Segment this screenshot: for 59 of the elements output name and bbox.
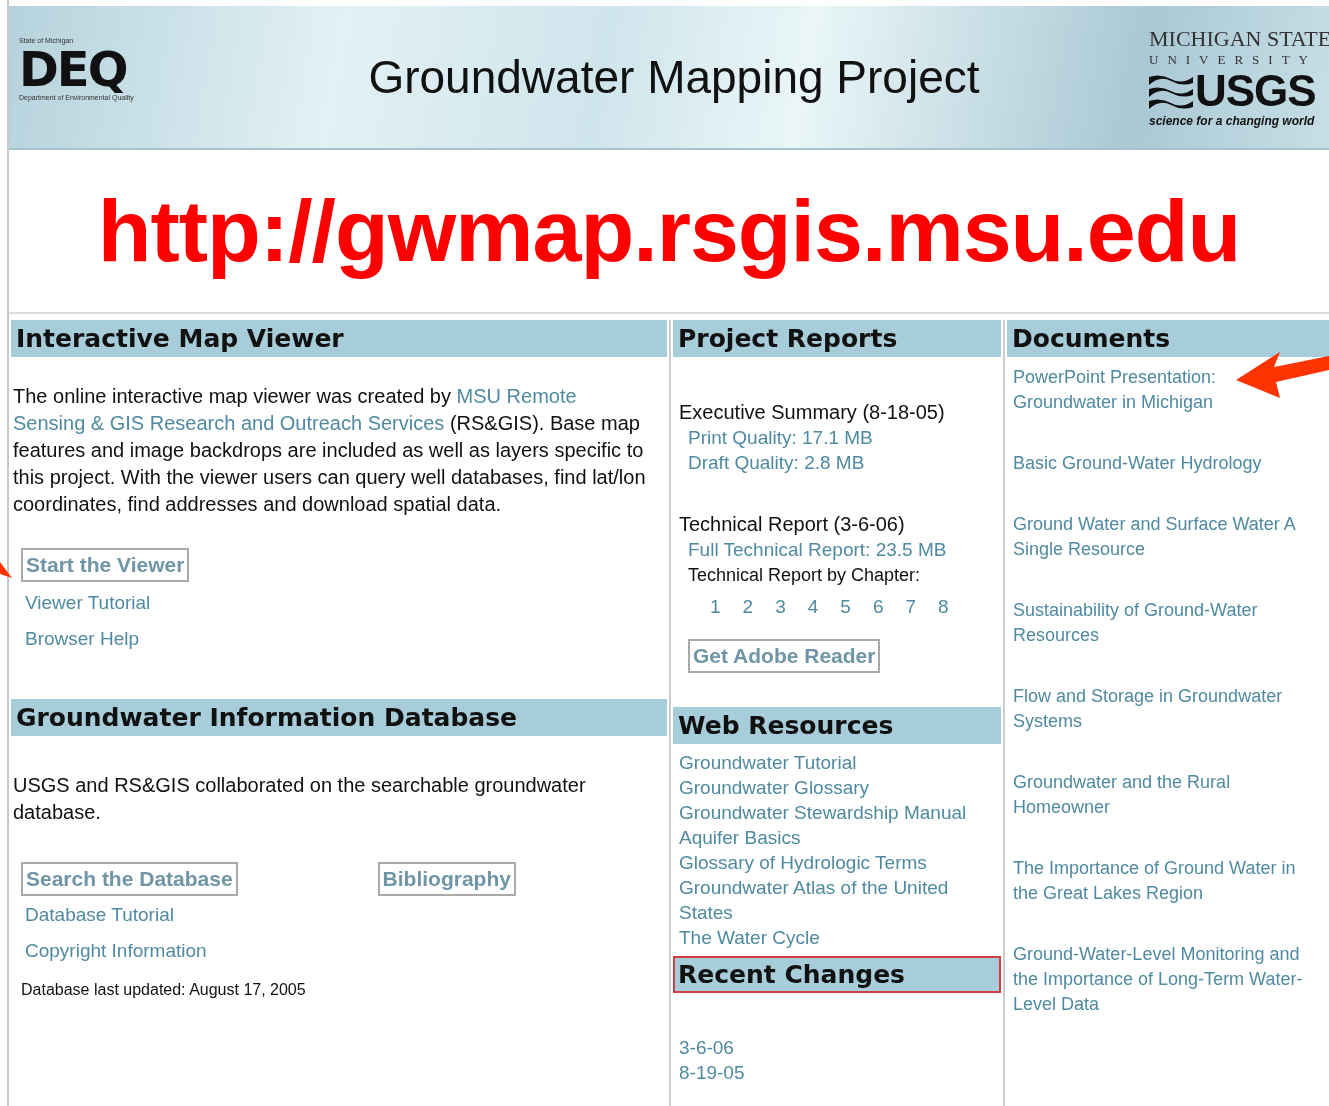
document-link[interactable]: Sustainability of Ground-Water Resources	[1013, 598, 1323, 648]
arrow-icon	[0, 562, 12, 578]
document-link[interactable]: Ground Water and Surface Water A Single Resource	[1013, 512, 1323, 562]
change-date-link[interactable]: 8-19-05	[679, 1060, 745, 1085]
resource-link[interactable]: Aquifer Basics	[679, 825, 801, 850]
database-button[interactable]: Search the Database	[21, 862, 238, 896]
download-link[interactable]: Full Technical Report: 23.5 MB	[688, 537, 947, 562]
arrow-icon	[1236, 352, 1329, 400]
help-link[interactable]: Copyright Information	[25, 938, 207, 963]
site-title: Groundwater Mapping Project	[367, 50, 981, 104]
chapter-link[interactable]: 6	[872, 594, 884, 619]
report-title: Executive Summary (8-18-05)	[679, 400, 946, 425]
resource-link[interactable]: The Water Cycle	[679, 925, 820, 950]
section-heading: Documents	[1007, 320, 1329, 357]
chapter-link[interactable]: 2	[742, 594, 754, 619]
section-heading: Recent Changes	[673, 956, 1001, 993]
database-button[interactable]: Bibliography	[377, 862, 516, 896]
document-link[interactable]: PowerPoint Presentation: Groundwater in Michigan	[1013, 365, 1323, 415]
download-link[interactable]: Draft Quality: 2.8 MB	[688, 450, 865, 475]
logo-tagline: science for a changing world	[1149, 114, 1315, 128]
help-link[interactable]: Browser Help	[25, 626, 140, 651]
resource-link[interactable]: Groundwater Glossary	[679, 775, 870, 800]
description-text: The online interactive map viewer was created by MSU Remote Sensing & GIS Research and Outreach Services (RS&GIS). Base map features and image backdrops are included as well as layers specific to this project. With the viewer users can query well databases, find lat/lon coordinates, find addresses and download spatial data.	[12, 384, 647, 517]
adobe-reader-button[interactable]: Get Adobe Reader	[688, 639, 881, 673]
site-url: http://gwmap.rsgis.msu.edu	[97, 180, 1241, 282]
report-title: Technical Report (3-6-06)	[679, 512, 906, 537]
chapter-link[interactable]: 1	[710, 594, 721, 619]
agency-logo: USGS	[1195, 68, 1316, 114]
chapter-link[interactable]: 7	[905, 594, 917, 619]
change-date-link[interactable]: 3-6-06	[679, 1035, 734, 1060]
document-link[interactable]: Basic Ground-Water Hydrology	[1013, 451, 1262, 476]
help-link[interactable]: Database Tutorial	[25, 902, 174, 927]
text-link[interactable]: MSU Remote	[456, 385, 577, 407]
resource-link[interactable]: Glossary of Hydrologic Terms	[679, 850, 927, 875]
resource-link[interactable]: Groundwater Atlas of the United States	[679, 875, 1001, 925]
chapter-link[interactable]: 5	[840, 594, 851, 619]
chapter-link[interactable]: 3	[775, 594, 786, 619]
chapter-label: Technical Report by Chapter:	[688, 564, 922, 587]
document-link[interactable]: Ground-Water-Level Monitoring and the Importance of Long-Term Water-Level Data	[1013, 942, 1323, 1017]
download-link[interactable]: Print Quality: 17.1 MB	[688, 425, 873, 450]
section-heading: Groundwater Information Database	[11, 699, 667, 736]
section-heading: Interactive Map Viewer	[11, 320, 667, 357]
waves-icon	[1149, 73, 1193, 109]
section-heading: Project Reports	[673, 320, 1001, 357]
deq-logo: DEQ	[19, 44, 127, 94]
document-link[interactable]: The Importance of Ground Water in the Great Lakes Region	[1013, 856, 1323, 906]
update-note: Database last updated: August 17, 2005	[21, 980, 307, 1000]
chapter-link[interactable]: 8	[938, 594, 949, 619]
start-viewer-button[interactable]: Start the Viewer	[21, 548, 190, 582]
university-name: UNIVERSITY	[1149, 52, 1317, 68]
text-link[interactable]: Sensing & GIS Research and Outreach Services	[13, 412, 445, 434]
document-link[interactable]: Flow and Storage in Groundwater Systems	[1013, 684, 1323, 734]
resource-link[interactable]: Groundwater Tutorial	[679, 750, 857, 775]
resource-link[interactable]: Groundwater Stewardship Manual	[679, 800, 967, 825]
chapter-link[interactable]: 4	[807, 594, 819, 619]
section-heading: Web Resources	[673, 707, 1001, 744]
description-text: USGS and RS&GIS collaborated on the searchable groundwater database.	[12, 773, 587, 825]
document-link[interactable]: Groundwater and the Rural Homeowner	[1013, 770, 1323, 820]
help-link[interactable]: Viewer Tutorial	[25, 590, 151, 615]
